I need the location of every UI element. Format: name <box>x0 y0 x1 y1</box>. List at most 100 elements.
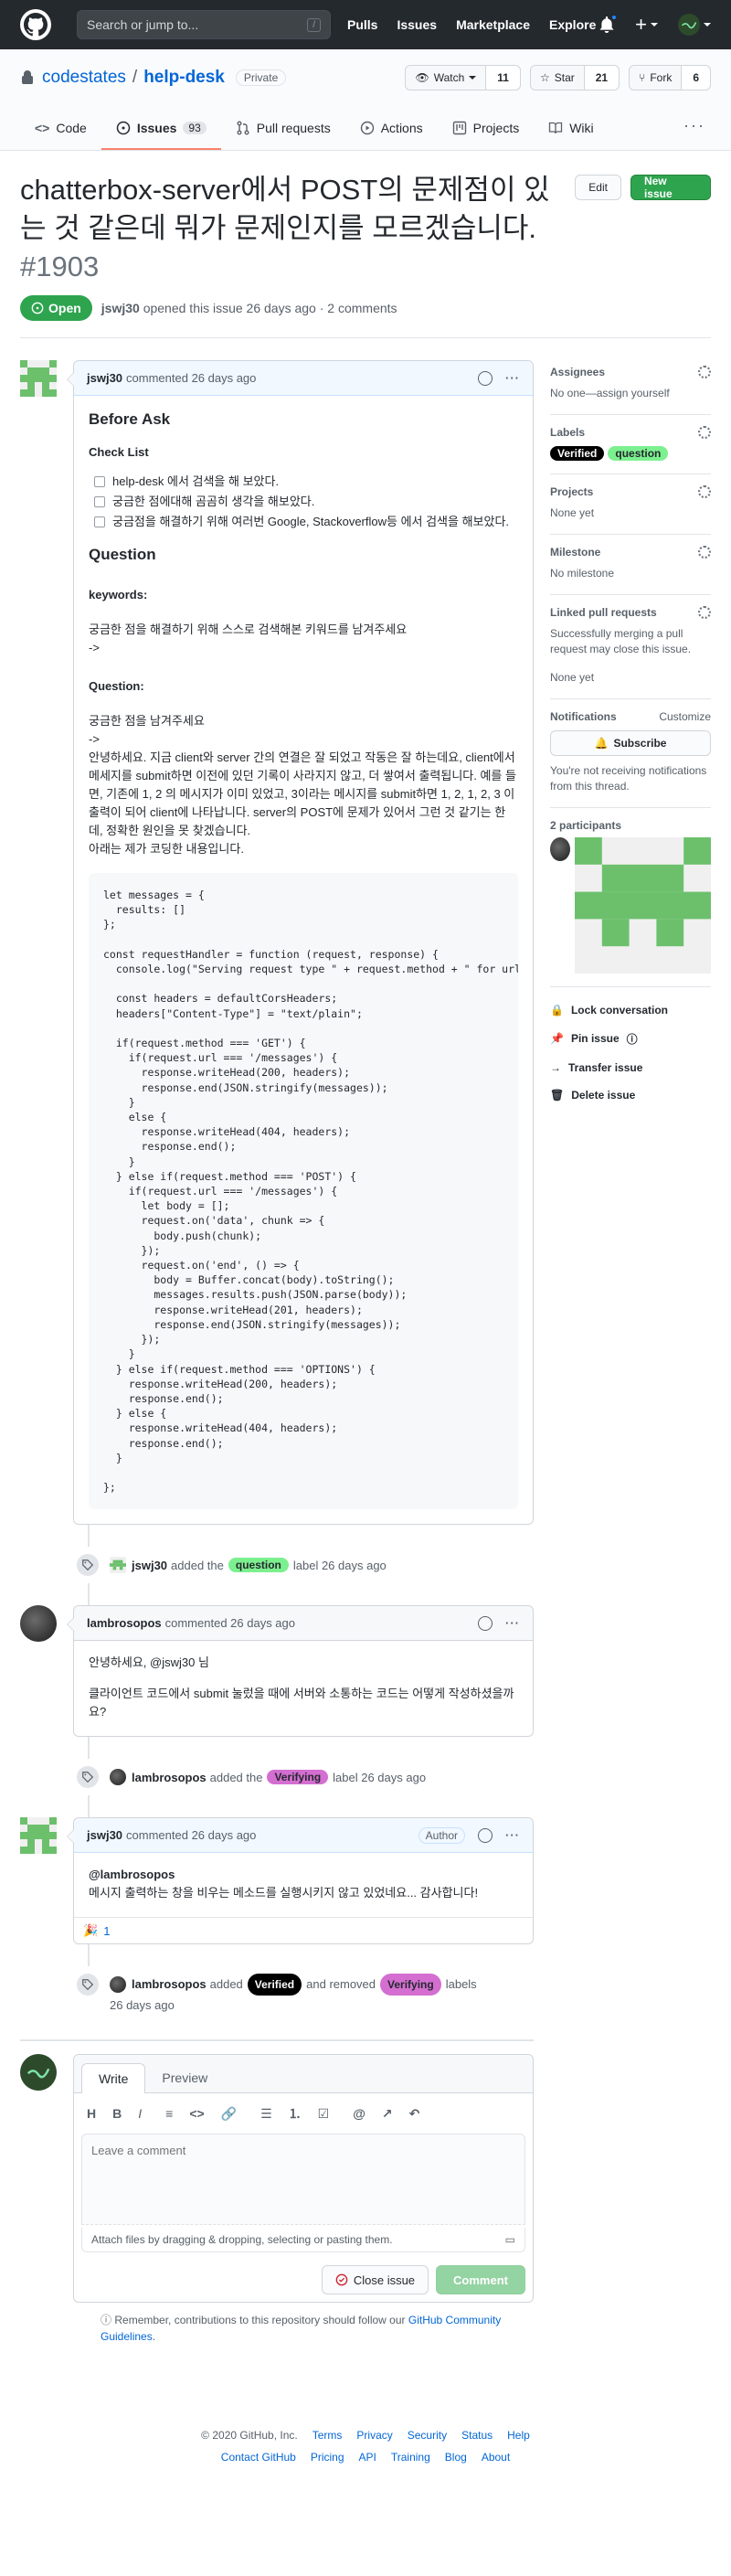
avatar[interactable] <box>20 1605 57 1643</box>
transfer-issue-button[interactable]: → Transfer issue <box>550 1054 711 1081</box>
mention-icon[interactable]: @ <box>353 2106 366 2121</box>
add-reaction-icon[interactable] <box>478 1827 493 1843</box>
watch-button[interactable]: 👁 Watch 11 <box>405 65 521 90</box>
more-tabs-icon[interactable]: ··· <box>678 116 711 150</box>
label-verifying[interactable]: Verifying <box>267 1770 329 1785</box>
bullet-list-icon[interactable]: ☰ <box>260 2106 272 2122</box>
reply-icon[interactable]: ↶ <box>409 2106 420 2122</box>
footer-link-about[interactable]: About <box>482 2451 510 2464</box>
add-reaction-icon[interactable] <box>478 1615 493 1631</box>
comment-mention[interactable]: @lambrosopos <box>89 1866 518 1884</box>
tab-wiki[interactable]: Wiki <box>534 121 608 150</box>
avatar[interactable] <box>20 1817 57 1855</box>
label-verifying[interactable]: Verifying <box>380 1974 441 1996</box>
label-question[interactable]: question <box>228 1558 289 1573</box>
kebab-menu-icon[interactable]: ··· <box>505 371 520 385</box>
avatar[interactable] <box>20 2054 57 2092</box>
bell-icon[interactable] <box>599 14 619 33</box>
close-issue-button[interactable]: Close issue <box>321 2265 429 2295</box>
nav-pulls[interactable]: Pulls <box>347 17 377 32</box>
pin-issue-button[interactable]: 📌 Pin issue ⓘ <box>550 1024 711 1054</box>
footer-link-terms[interactable]: Terms <box>313 2429 343 2442</box>
heading-icon[interactable]: H <box>87 2106 96 2121</box>
footer-link-help[interactable]: Help <box>507 2429 530 2442</box>
new-issue-button[interactable]: New issue <box>630 175 711 200</box>
comment-textarea[interactable] <box>81 2134 525 2226</box>
create-new-menu[interactable]: + <box>635 15 658 35</box>
checkbox[interactable] <box>94 496 105 507</box>
attach-files-area[interactable]: Attach files by dragging & dropping, sel… <box>81 2228 525 2253</box>
event-actor[interactable]: jswj30 <box>132 1559 167 1572</box>
linked-prs-title[interactable]: Linked pull requests <box>550 606 657 619</box>
label-verified[interactable]: Verified <box>247 1974 302 1996</box>
avatar[interactable] <box>575 837 711 974</box>
github-logo-icon[interactable] <box>20 9 51 40</box>
subscribe-button[interactable]: 🔔 Subscribe <box>550 730 711 756</box>
lock-conversation-button[interactable]: 🔒 Lock conversation <box>550 996 711 1024</box>
label-question[interactable]: question <box>608 446 669 461</box>
kebab-menu-icon[interactable]: ··· <box>505 1616 520 1630</box>
event-actor[interactable]: lambrosopos <box>132 1771 207 1784</box>
tab-projects[interactable]: Projects <box>438 121 535 150</box>
comment-timestamp[interactable]: commented 26 days ago <box>165 1616 295 1630</box>
comment-author-link[interactable]: jswj30 <box>87 1828 122 1842</box>
checkbox[interactable] <box>94 476 105 487</box>
gear-icon[interactable] <box>698 485 711 498</box>
event-time[interactable]: 26 days ago <box>110 1996 477 2016</box>
repo-name-link[interactable]: help-desk <box>143 68 225 88</box>
tab-write[interactable]: Write <box>81 2063 146 2094</box>
footer-link-api[interactable]: API <box>359 2451 376 2464</box>
milestone-title[interactable]: Milestone <box>550 546 600 559</box>
kebab-menu-icon[interactable]: ··· <box>505 1828 520 1842</box>
event-actor[interactable]: lambrosopos <box>132 1975 207 1995</box>
comment-timestamp[interactable]: commented 26 days ago <box>126 1828 256 1842</box>
gear-icon[interactable] <box>698 366 711 378</box>
star-count[interactable]: 21 <box>584 66 620 90</box>
footer-link-privacy[interactable]: Privacy <box>356 2429 392 2442</box>
nav-issues[interactable]: Issues <box>397 17 437 32</box>
tab-actions[interactable]: Actions <box>345 121 438 150</box>
tab-issues[interactable]: Issues 93 <box>101 121 221 150</box>
projects-title[interactable]: Projects <box>550 485 593 498</box>
markdown-icon[interactable]: ▭ <box>505 2233 515 2246</box>
comment-author-link[interactable]: lambrosopos <box>87 1616 162 1630</box>
reaction-button[interactable]: 🎉 1 <box>74 1917 533 1943</box>
customize-link[interactable]: Customize <box>659 710 711 723</box>
footer-link-status[interactable]: Status <box>461 2429 493 2442</box>
checkbox[interactable] <box>94 516 105 527</box>
task-list-icon[interactable]: ☑ <box>318 2106 330 2122</box>
gear-icon[interactable] <box>698 606 711 619</box>
avatar[interactable] <box>550 837 571 861</box>
assignees-text[interactable]: No one—assign yourself <box>550 386 711 401</box>
labels-title[interactable]: Labels <box>550 426 585 439</box>
info-icon[interactable]: ⓘ <box>627 1031 638 1047</box>
footer-link-contact[interactable]: Contact GitHub <box>221 2451 296 2464</box>
tab-pull-requests[interactable]: Pull requests <box>221 121 345 150</box>
fork-button[interactable]: ⑂ Fork 6 <box>629 65 711 90</box>
avatar[interactable] <box>110 1976 126 1994</box>
edit-button[interactable]: Edit <box>575 175 621 200</box>
gear-icon[interactable] <box>698 426 711 439</box>
comment-button[interactable]: Comment <box>436 2265 525 2295</box>
user-menu[interactable] <box>678 14 711 36</box>
footer-link-pricing[interactable]: Pricing <box>311 2451 344 2464</box>
delete-issue-button[interactable]: 🗑 Delete issue <box>550 1081 711 1109</box>
italic-icon[interactable]: I <box>138 2106 142 2121</box>
footer-link-security[interactable]: Security <box>408 2429 447 2442</box>
quote-icon[interactable]: ≡ <box>165 2106 173 2121</box>
avatar[interactable] <box>110 1769 126 1786</box>
repo-owner-link[interactable]: codestates <box>42 68 126 88</box>
star-button[interactable]: ☆ Star 21 <box>529 65 620 90</box>
comment-timestamp[interactable]: commented 26 days ago <box>126 371 256 385</box>
assignees-title[interactable]: Assignees <box>550 366 605 378</box>
code-icon[interactable]: <> <box>189 2106 204 2121</box>
avatar[interactable] <box>110 1557 126 1574</box>
footer-link-training[interactable]: Training <box>391 2451 430 2464</box>
avatar[interactable] <box>20 360 57 397</box>
footer-link-blog[interactable]: Blog <box>445 2451 467 2464</box>
label-verified[interactable]: Verified <box>550 446 605 461</box>
gear-icon[interactable] <box>698 546 711 559</box>
issue-author-link[interactable]: jswj30 <box>101 301 140 315</box>
comment-author-link[interactable]: jswj30 <box>87 371 122 385</box>
fork-count[interactable]: 6 <box>682 66 710 90</box>
